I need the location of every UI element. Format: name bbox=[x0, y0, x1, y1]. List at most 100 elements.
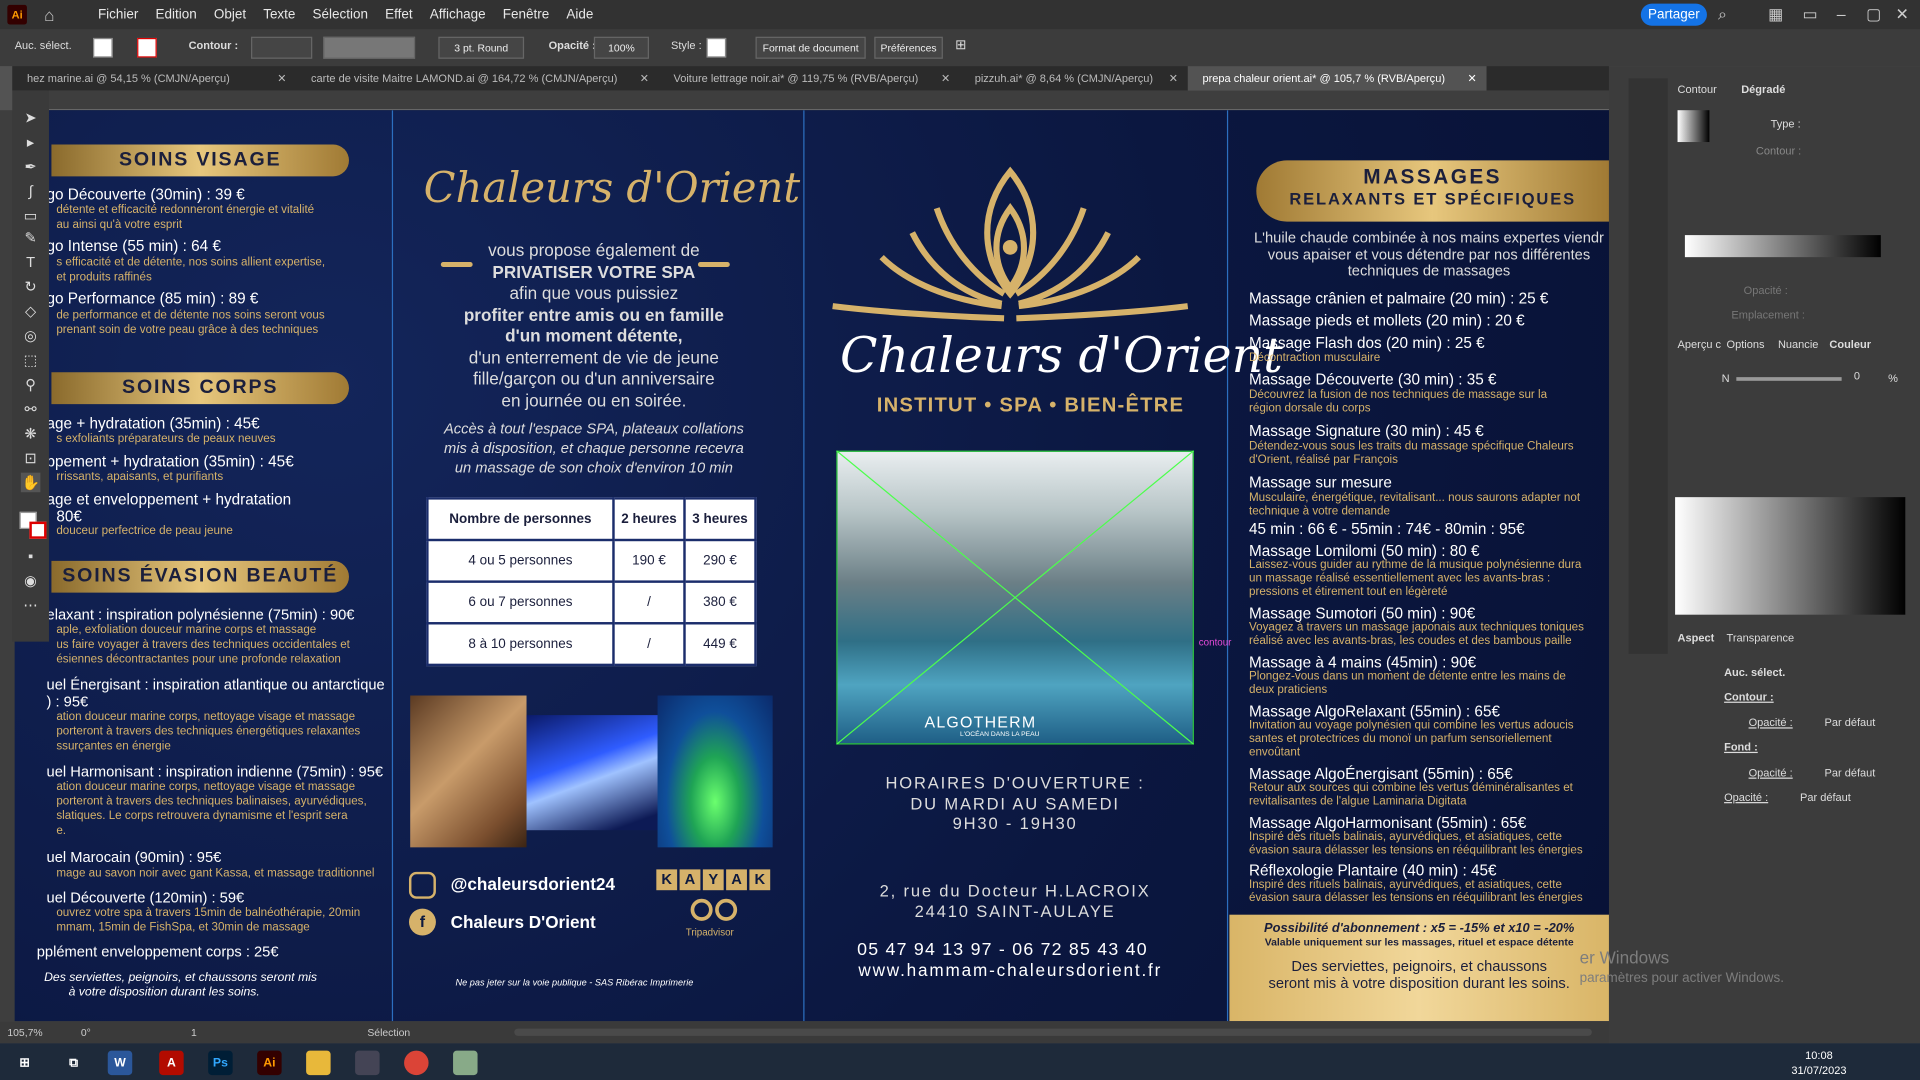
soin-desc: slatiques. Le corps retrouvera dynamisme… bbox=[56, 809, 348, 823]
tab-couleur[interactable]: Couleur bbox=[1829, 338, 1871, 350]
hand-tool-icon[interactable]: ✋ bbox=[20, 472, 41, 493]
menu-effet[interactable]: Effet bbox=[385, 7, 412, 22]
app-icon[interactable] bbox=[453, 1050, 478, 1076]
tab-nuancier[interactable]: Nuancie bbox=[1778, 338, 1818, 350]
rotate-tool-icon[interactable]: ↻ bbox=[21, 277, 41, 297]
soin-desc: ation douceur marine corps, nettoyage vi… bbox=[56, 780, 356, 794]
tab-pizzuh[interactable]: pizzuh.ai* @ 8,64 % (CMJN/Aperçu) ✕ bbox=[960, 66, 1188, 90]
menu-texte[interactable]: Texte bbox=[263, 7, 295, 22]
symbol-sprayer-tool-icon[interactable]: ❋ bbox=[21, 424, 41, 444]
tab-contour[interactable]: Contour bbox=[1678, 83, 1717, 95]
variable-width-field[interactable] bbox=[323, 36, 416, 59]
paintbrush-tool-icon[interactable]: ✎ bbox=[21, 228, 41, 248]
rotation-angle[interactable]: 0° bbox=[81, 1026, 91, 1038]
tab-close-icon[interactable]: ✕ bbox=[941, 66, 950, 90]
preferences-button[interactable]: Préférences bbox=[874, 36, 943, 59]
share-button[interactable]: Partager bbox=[1640, 3, 1707, 26]
menu-affichage[interactable]: Affichage bbox=[430, 7, 486, 22]
tab-marine[interactable]: hez marine.ai @ 54,15 % (CMJN/Aperçu) ✕ bbox=[12, 66, 296, 90]
aspect-row[interactable]: Opacité : bbox=[1724, 791, 1768, 803]
stroke-color-swatch[interactable] bbox=[29, 521, 47, 539]
illustrator-app-icon[interactable]: Ai bbox=[257, 1050, 282, 1076]
document-format-button[interactable]: Format de document bbox=[755, 36, 866, 59]
selection-tool-icon[interactable]: ➤ bbox=[21, 108, 41, 128]
style-swatch[interactable] bbox=[706, 37, 727, 58]
search-icon[interactable]: ⌕ bbox=[1718, 5, 1727, 25]
free-transform-tool-icon[interactable]: ⬚ bbox=[21, 350, 41, 370]
curvature-tool-icon[interactable]: ∫ bbox=[21, 181, 41, 201]
aspect-row[interactable]: Fond : bbox=[1724, 741, 1758, 753]
tab-close-icon[interactable]: ✕ bbox=[1169, 66, 1178, 90]
menu-aide[interactable]: Aide bbox=[566, 7, 593, 22]
windows-start-icon[interactable]: ⊞ bbox=[12, 1051, 36, 1075]
table-cell: / bbox=[612, 622, 686, 667]
home-icon[interactable]: ⌂ bbox=[44, 5, 64, 25]
tab-close-icon[interactable]: ✕ bbox=[640, 66, 649, 90]
color-spectrum[interactable] bbox=[1675, 497, 1906, 615]
fill-swatch[interactable] bbox=[93, 37, 113, 58]
chrome-app-icon[interactable] bbox=[404, 1050, 429, 1076]
rectangle-tool-icon[interactable]: ▭ bbox=[21, 206, 41, 226]
tab-close-icon[interactable]: ✕ bbox=[1467, 66, 1476, 90]
warp-tool-icon[interactable]: ◎ bbox=[21, 326, 41, 346]
aspect-row[interactable]: Contour : bbox=[1724, 691, 1774, 703]
horizontal-ruler[interactable] bbox=[46, 90, 1609, 111]
tab-carte-visite[interactable]: carte de visite Maitre LAMOND.ai @ 164,7… bbox=[296, 66, 658, 90]
artboard-canvas[interactable]: SOINS VISAGE go Découverte (30min) : 39 … bbox=[14, 110, 1609, 1022]
brush-select[interactable]: 3 pt. Round bbox=[438, 36, 525, 59]
tab-transparence[interactable]: Transparence bbox=[1727, 632, 1795, 644]
horizontal-scrollbar[interactable] bbox=[514, 1028, 1592, 1036]
massage-title: Massage pieds et mollets (20 min) : 20 € bbox=[1248, 312, 1525, 330]
zoom-level[interactable]: 105,7% bbox=[7, 1026, 42, 1038]
close-icon[interactable]: ✕ bbox=[1896, 5, 1909, 25]
minimize-icon[interactable]: – bbox=[1837, 5, 1846, 23]
eraser-tool-icon[interactable]: ◇ bbox=[21, 301, 41, 321]
aspect-row[interactable]: Opacité : bbox=[1749, 767, 1793, 779]
acrobat-app-icon[interactable]: A bbox=[159, 1050, 184, 1076]
tab-aspect[interactable]: Aspect bbox=[1678, 632, 1715, 644]
menu-selection[interactable]: Sélection bbox=[313, 7, 368, 22]
massages-title: MASSAGES bbox=[1363, 165, 1503, 189]
menu-edition[interactable]: Edition bbox=[156, 7, 197, 22]
pen-tool-icon[interactable]: ✒ bbox=[21, 157, 41, 177]
page-number[interactable]: 1 bbox=[191, 1026, 197, 1038]
tab-degrade[interactable]: Dégradé bbox=[1741, 83, 1785, 95]
screen-mode-icon[interactable]: ◉ bbox=[21, 571, 41, 591]
direct-selection-tool-icon[interactable]: ▸ bbox=[21, 132, 41, 152]
file-explorer-icon[interactable] bbox=[306, 1050, 331, 1076]
menu-objet[interactable]: Objet bbox=[214, 7, 246, 22]
word-app-icon[interactable]: W bbox=[107, 1050, 133, 1076]
opacity-field[interactable]: 100% bbox=[593, 36, 649, 59]
tab-close-icon[interactable]: ✕ bbox=[277, 66, 286, 90]
tab-options[interactable]: Options bbox=[1727, 338, 1765, 350]
type-tool-icon[interactable]: T bbox=[21, 252, 41, 272]
tab-voiture[interactable]: Voiture lettrage noir.ai* @ 119,75 % (RV… bbox=[659, 66, 960, 90]
kayak-letter: A bbox=[679, 869, 701, 891]
tab-chaleur-orient[interactable]: prepa chaleur orient.ai* @ 105,7 % (RVB/… bbox=[1187, 66, 1487, 91]
gradient-slider[interactable] bbox=[1684, 235, 1881, 258]
stroke-weight-field[interactable] bbox=[251, 36, 313, 59]
app-icon[interactable] bbox=[355, 1050, 380, 1076]
blend-tool-icon[interactable]: ⚯ bbox=[21, 399, 41, 419]
photoshop-app-icon[interactable]: Ps bbox=[208, 1050, 233, 1076]
workspace-icon[interactable]: ▦ bbox=[1768, 5, 1783, 25]
menu-fenetre[interactable]: Fenêtre bbox=[503, 7, 549, 22]
menu-fichier[interactable]: Fichier bbox=[98, 7, 138, 22]
align-icon[interactable]: ⊞ bbox=[955, 37, 966, 53]
system-clock[interactable]: 10:08 31/07/2023 bbox=[1791, 1048, 1846, 1077]
artboard-tool-icon[interactable]: ⊡ bbox=[21, 448, 41, 468]
arrange-icon[interactable]: ▭ bbox=[1802, 5, 1817, 25]
stroke-swatch[interactable] bbox=[137, 37, 157, 58]
tab-apercu[interactable]: Aperçu c bbox=[1678, 338, 1722, 350]
eyedropper-tool-icon[interactable]: ⚲ bbox=[21, 375, 41, 395]
edit-toolbar-icon[interactable]: ⋯ bbox=[21, 595, 41, 615]
aspect-row[interactable]: Opacité : bbox=[1749, 716, 1793, 728]
soin-desc: porteront à travers des techniques balin… bbox=[56, 794, 367, 809]
maximize-icon[interactable]: ▢ bbox=[1866, 5, 1881, 25]
task-view-icon[interactable]: ⧉ bbox=[61, 1051, 85, 1075]
massage-title: Massage à 4 mains (45min) : 90€ bbox=[1248, 653, 1477, 672]
n-value[interactable]: 0 bbox=[1854, 370, 1860, 382]
massage-desc: envoûtant bbox=[1248, 745, 1301, 760]
color-slider[interactable] bbox=[1736, 377, 1842, 381]
drawing-mode-icon[interactable]: ▪ bbox=[21, 546, 41, 566]
